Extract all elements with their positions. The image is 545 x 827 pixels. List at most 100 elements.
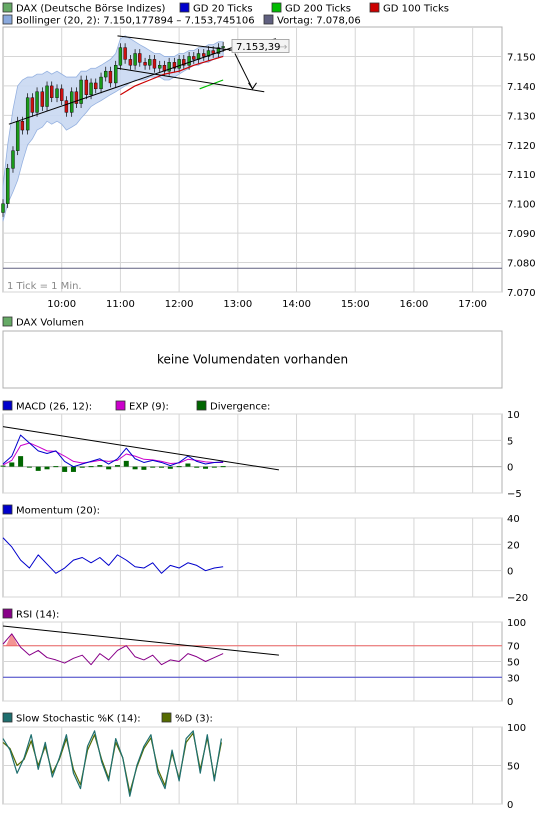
divergence-bar: [62, 466, 68, 472]
legend-label: DAX Volumen: [16, 318, 84, 329]
candle: [50, 85, 54, 98]
divergence-bar: [114, 465, 120, 467]
y-tick-label: 30: [507, 673, 520, 684]
y-tick-label: 5: [507, 436, 513, 447]
price-panel: 7.070 7.080 7.090 7.100 7.110 7.120 7.130 7.140…: [1, 26, 536, 310]
y-tick-label: 50: [507, 658, 520, 669]
legend-swatch: [2, 2, 13, 13]
x-tick-label: 13:00: [223, 299, 252, 310]
candle: [123, 47, 127, 60]
legend-swatch: [161, 712, 172, 723]
candle: [84, 79, 89, 95]
momentum-panel: −20 0 20 40: [2, 514, 528, 604]
candle: [20, 121, 25, 131]
price-plot-area: [2, 26, 503, 293]
divergence-bar: [211, 466, 217, 468]
candle: [138, 53, 142, 63]
y-tick-label: 7.100: [507, 200, 536, 211]
candle: [99, 76, 103, 90]
y-tick-label: 0: [507, 800, 513, 811]
volume-panel: keine Volumendaten vorhanden: [2, 330, 503, 389]
candle: [55, 88, 59, 98]
candle: [114, 65, 118, 84]
divergence-bar: [194, 466, 200, 468]
last-price-label: 7.153,39: [236, 42, 281, 53]
y-tick-label: 50: [507, 762, 520, 773]
candle: [118, 47, 123, 66]
y-tick-label: 20: [507, 540, 520, 551]
candle: [177, 59, 181, 69]
candle: [152, 59, 157, 69]
y-tick-label: 0: [507, 697, 513, 708]
y-tick-label: −20: [507, 593, 528, 604]
legend-label: Bollinger (20, 2): 7.150,177894 – 7.153,…: [16, 16, 255, 27]
y-tick-label: 0: [507, 463, 513, 474]
legend-swatch: [196, 400, 207, 411]
divergence-bar: [220, 466, 226, 468]
divergence-bar: [185, 463, 191, 467]
candle: [192, 56, 196, 60]
legend-label: %D (3):: [175, 714, 213, 725]
candle: [40, 91, 45, 107]
x-tick-label: 16:00: [400, 299, 429, 310]
y-tick-label: 7.090: [507, 229, 536, 240]
candle: [108, 70, 113, 84]
candle: [211, 50, 215, 54]
y-tick-label: 7.130: [507, 111, 536, 122]
x-tick-label: 11:00: [106, 299, 135, 310]
y-tick-label: 100: [507, 618, 526, 629]
stochastic-legend: Slow Stochastic %K (14): %D (3):: [2, 712, 213, 725]
y-tick-label: 7.080: [507, 259, 536, 270]
divergence-bar: [167, 466, 173, 469]
y-tick-label: 7.150: [507, 52, 536, 63]
candle: [89, 82, 93, 95]
legend-label: RSI (14):: [16, 610, 59, 621]
candle: [30, 97, 35, 113]
divergence-bar: [9, 462, 15, 467]
x-tick-label: 14:00: [282, 299, 311, 310]
divergence-bar: [106, 466, 112, 470]
legend-swatch: [2, 608, 13, 619]
divergence-bar: [141, 466, 147, 470]
x-tick-label: 12:00: [165, 299, 194, 310]
momentum-plot-area: [2, 517, 503, 598]
legend-swatch: [369, 2, 380, 13]
candle: [143, 62, 147, 66]
y-tick-label: 40: [507, 514, 520, 525]
divergence-bar: [132, 466, 138, 470]
divergence-bar: [0, 465, 6, 467]
candle: [25, 97, 30, 131]
divergence-bar: [159, 466, 165, 468]
divergence-bar: [97, 465, 103, 467]
legend-swatch: [2, 504, 13, 515]
divergence-bar: [176, 466, 182, 468]
divergence-bar: [123, 460, 129, 467]
rsi-legend: RSI (14):: [2, 608, 59, 621]
last-price-arrow-icon: →: [279, 42, 287, 53]
divergence-bar: [88, 466, 94, 468]
tick-note: 1 Tick = 1 Min.: [7, 281, 82, 292]
divergence-bar: [35, 466, 41, 471]
candle: [148, 59, 152, 66]
candle: [187, 56, 191, 66]
legend-label: MACD (26, 12):: [16, 402, 92, 413]
volume-message: keine Volumendaten vorhanden: [157, 353, 348, 367]
candle: [60, 88, 64, 101]
y-tick-label: 7.110: [507, 170, 536, 181]
divergence-bar: [150, 466, 156, 468]
divergence-bar: [203, 466, 209, 469]
price-legend: DAX (Deutsche Börse Indizes) GD 20 Ticks G…: [2, 2, 449, 27]
legend-swatch: [179, 2, 190, 13]
candle: [158, 65, 162, 69]
legend-label: GD 20 Ticks: [193, 4, 253, 15]
candle: [128, 59, 133, 66]
x-tick-label: 10:00: [47, 299, 76, 310]
candle: [35, 91, 39, 113]
legend-swatch: [2, 316, 13, 327]
macd-panel: −5 0 5 10: [0, 410, 522, 500]
divergence-bar: [79, 466, 85, 468]
x-tick-label: 17:00: [458, 299, 487, 310]
candle: [133, 53, 137, 66]
y-tick-label: 7.070: [507, 288, 536, 299]
candle: [15, 121, 20, 151]
